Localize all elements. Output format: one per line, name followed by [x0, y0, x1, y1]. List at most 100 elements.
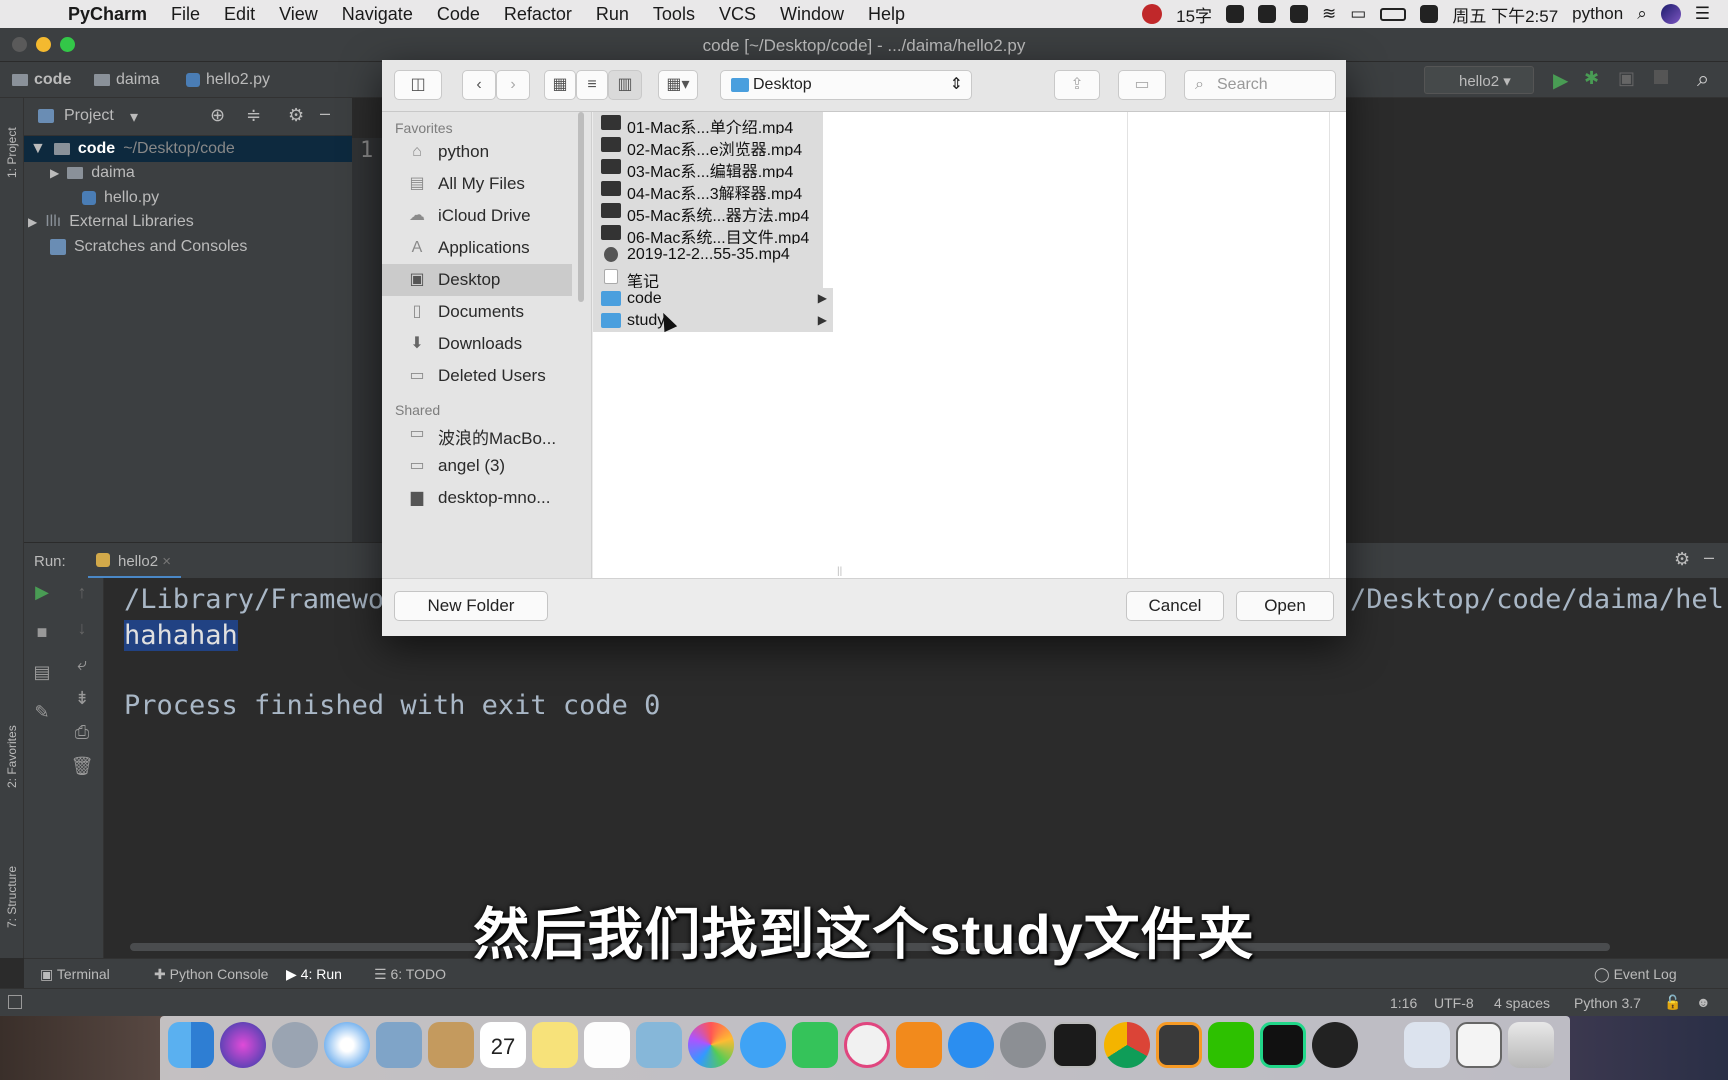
back-button[interactable]: ‹ [462, 70, 496, 100]
column-resize-handle[interactable]: || [837, 566, 842, 577]
file-encoding[interactable]: UTF-8 [1434, 995, 1474, 1011]
menu-code[interactable]: Code [437, 4, 480, 25]
interpreter-select[interactable]: Python 3.7 [1574, 995, 1641, 1011]
open-button[interactable]: Open [1236, 591, 1334, 621]
sidebar-item-documents[interactable]: ▯ Documents [382, 296, 572, 328]
tree-item-scratches[interactable]: Scratches and Consoles [50, 234, 247, 260]
toggle-sidebar-button[interactable]: ◫ [394, 70, 442, 100]
finder-icon[interactable] [168, 1022, 214, 1068]
spotlight-icon[interactable]: ⌕ [1637, 4, 1647, 24]
messages-icon[interactable] [740, 1022, 786, 1068]
menu-app-name[interactable]: PyCharm [68, 4, 147, 25]
photos-icon[interactable] [688, 1022, 734, 1068]
ibooks-icon[interactable] [896, 1022, 942, 1068]
gear-icon[interactable]: ⚙ [288, 105, 304, 126]
hide-icon[interactable]: – [320, 103, 330, 124]
wechat-icon[interactable] [1208, 1022, 1254, 1068]
share-button[interactable]: ⇪ [1054, 70, 1100, 100]
facetime-icon[interactable] [792, 1022, 838, 1068]
indent-setting[interactable]: 4 spaces [1494, 995, 1550, 1011]
search-field[interactable]: ⌕ Search [1184, 70, 1336, 100]
forward-button[interactable]: › [496, 70, 530, 100]
run-icon[interactable]: ▶ [1553, 68, 1568, 93]
list-view-button[interactable]: ≡ [576, 70, 608, 100]
input-method-icon[interactable] [1290, 5, 1309, 23]
tags-button[interactable]: ▭ [1118, 70, 1166, 100]
notification-center-icon[interactable]: ☰ [1695, 4, 1710, 24]
calendar-icon[interactable]: 27 [480, 1022, 526, 1068]
stop-icon[interactable] [1654, 70, 1668, 84]
sidebar-item-icloud-drive[interactable]: ☁ iCloud Drive [382, 200, 572, 232]
trash-icon[interactable] [1508, 1022, 1554, 1068]
project-view-select[interactable]: Project [64, 107, 114, 125]
sidebar-item-python[interactable]: ⌂ python [382, 136, 572, 168]
pycharm-icon[interactable] [1260, 1022, 1306, 1068]
app-store-icon[interactable] [948, 1022, 994, 1068]
caret-position[interactable]: 1:16 [1390, 995, 1417, 1011]
column-divider[interactable] [1329, 112, 1330, 578]
menu-view[interactable]: View [279, 4, 318, 25]
chevron-down-icon[interactable]: ▾ [130, 107, 138, 127]
downloads-stack-icon[interactable] [1404, 1022, 1450, 1068]
user-menu[interactable]: python [1572, 4, 1623, 24]
scroll-to-end-icon[interactable]: ⇟ [70, 688, 94, 709]
file-row[interactable]: 04-Mac系...3解释器.mp4 [593, 178, 823, 203]
sidebar-item-all-my-files[interactable]: ▤ All My Files [382, 168, 572, 200]
tree-item-hello-py[interactable]: hello.py [82, 185, 159, 211]
screenshot-stack-icon[interactable] [1456, 1022, 1502, 1068]
column-view-button[interactable]: ▥ [608, 70, 642, 100]
mail-icon[interactable] [376, 1022, 422, 1068]
print-icon[interactable]: ⎙ [70, 722, 94, 743]
icon-view-button[interactable]: ▦ [544, 70, 576, 100]
close-tab-icon[interactable]: × [162, 553, 171, 570]
breadcrumb-code[interactable]: code [12, 71, 71, 89]
debug-icon[interactable]: ✱ [1584, 68, 1599, 89]
preview-icon[interactable] [636, 1022, 682, 1068]
menu-window[interactable]: Window [780, 4, 844, 25]
status-s-icon[interactable] [1420, 5, 1439, 23]
launchpad-icon[interactable] [272, 1022, 318, 1068]
obs-icon[interactable] [1312, 1022, 1358, 1068]
chrome-icon[interactable] [1104, 1022, 1150, 1068]
file-row[interactable]: 02-Mac系...e浏览器.mp4 [593, 134, 823, 159]
record-icon[interactable] [1142, 4, 1163, 24]
file-row[interactable]: 06-Mac系统...目文件.mp4 [593, 222, 823, 247]
run-tab-hello2[interactable]: hello2 × [88, 543, 181, 579]
wifi-icon[interactable]: ≋ [1322, 4, 1336, 24]
battery-icon[interactable] [1380, 7, 1407, 21]
run-configuration-select[interactable]: hello2 ▾ [1424, 66, 1534, 94]
airplay-icon[interactable]: ▭ [1350, 4, 1366, 24]
sublime-text-icon[interactable] [1156, 1022, 1202, 1068]
menu-tools[interactable]: Tools [653, 4, 695, 25]
up-arrow-icon[interactable]: ↑ [70, 582, 94, 603]
sidebar-item-deleted-users[interactable]: ▭ Deleted Users [382, 360, 572, 392]
system-preferences-icon[interactable] [1000, 1022, 1046, 1068]
inspector-icon[interactable]: ☻ [1696, 994, 1711, 1010]
folder-row-code[interactable]: code ▶ [593, 288, 833, 310]
trash-icon[interactable]: 🗑 [70, 756, 94, 777]
menu-help[interactable]: Help [868, 4, 905, 25]
itunes-icon[interactable] [844, 1022, 890, 1068]
hide-icon[interactable]: – [1704, 547, 1714, 568]
notes-icon[interactable] [532, 1022, 578, 1068]
cancel-button[interactable]: Cancel [1126, 591, 1224, 621]
file-row[interactable]: 05-Mac系统...器方法.mp4 [593, 200, 823, 225]
siri-icon[interactable] [220, 1022, 266, 1068]
status-app-icon[interactable] [1226, 5, 1245, 23]
sidebar-item-downloads[interactable]: ⬇ Downloads [382, 328, 572, 360]
folder-row-study[interactable]: study ▶ [593, 310, 833, 332]
search-everywhere-icon[interactable]: ⌕ [1697, 66, 1709, 92]
menu-run[interactable]: Run [596, 4, 629, 25]
favorites-tool-button[interactable]: 2: Favorites [5, 725, 19, 788]
sidebar-item-applications[interactable]: A Applications [382, 232, 572, 264]
reminders-icon[interactable] [584, 1022, 630, 1068]
tree-item-code[interactable]: ▼ code ~/Desktop/code [24, 136, 352, 162]
clock[interactable]: 周五 下午2:57 [1452, 2, 1558, 27]
stop-icon[interactable]: ■ [30, 622, 54, 643]
tree-item-daima[interactable]: ▶ daima [50, 160, 135, 186]
safari-icon[interactable] [324, 1022, 370, 1068]
apple-menu-icon[interactable] [26, 4, 44, 24]
coverage-icon[interactable]: ▣ [1618, 68, 1635, 89]
sidebar-item-shared-macbook[interactable]: ▭ 波浪的MacBo... [382, 418, 572, 450]
sidebar-item-shared-angel[interactable]: ▭ angel (3) [382, 450, 572, 482]
